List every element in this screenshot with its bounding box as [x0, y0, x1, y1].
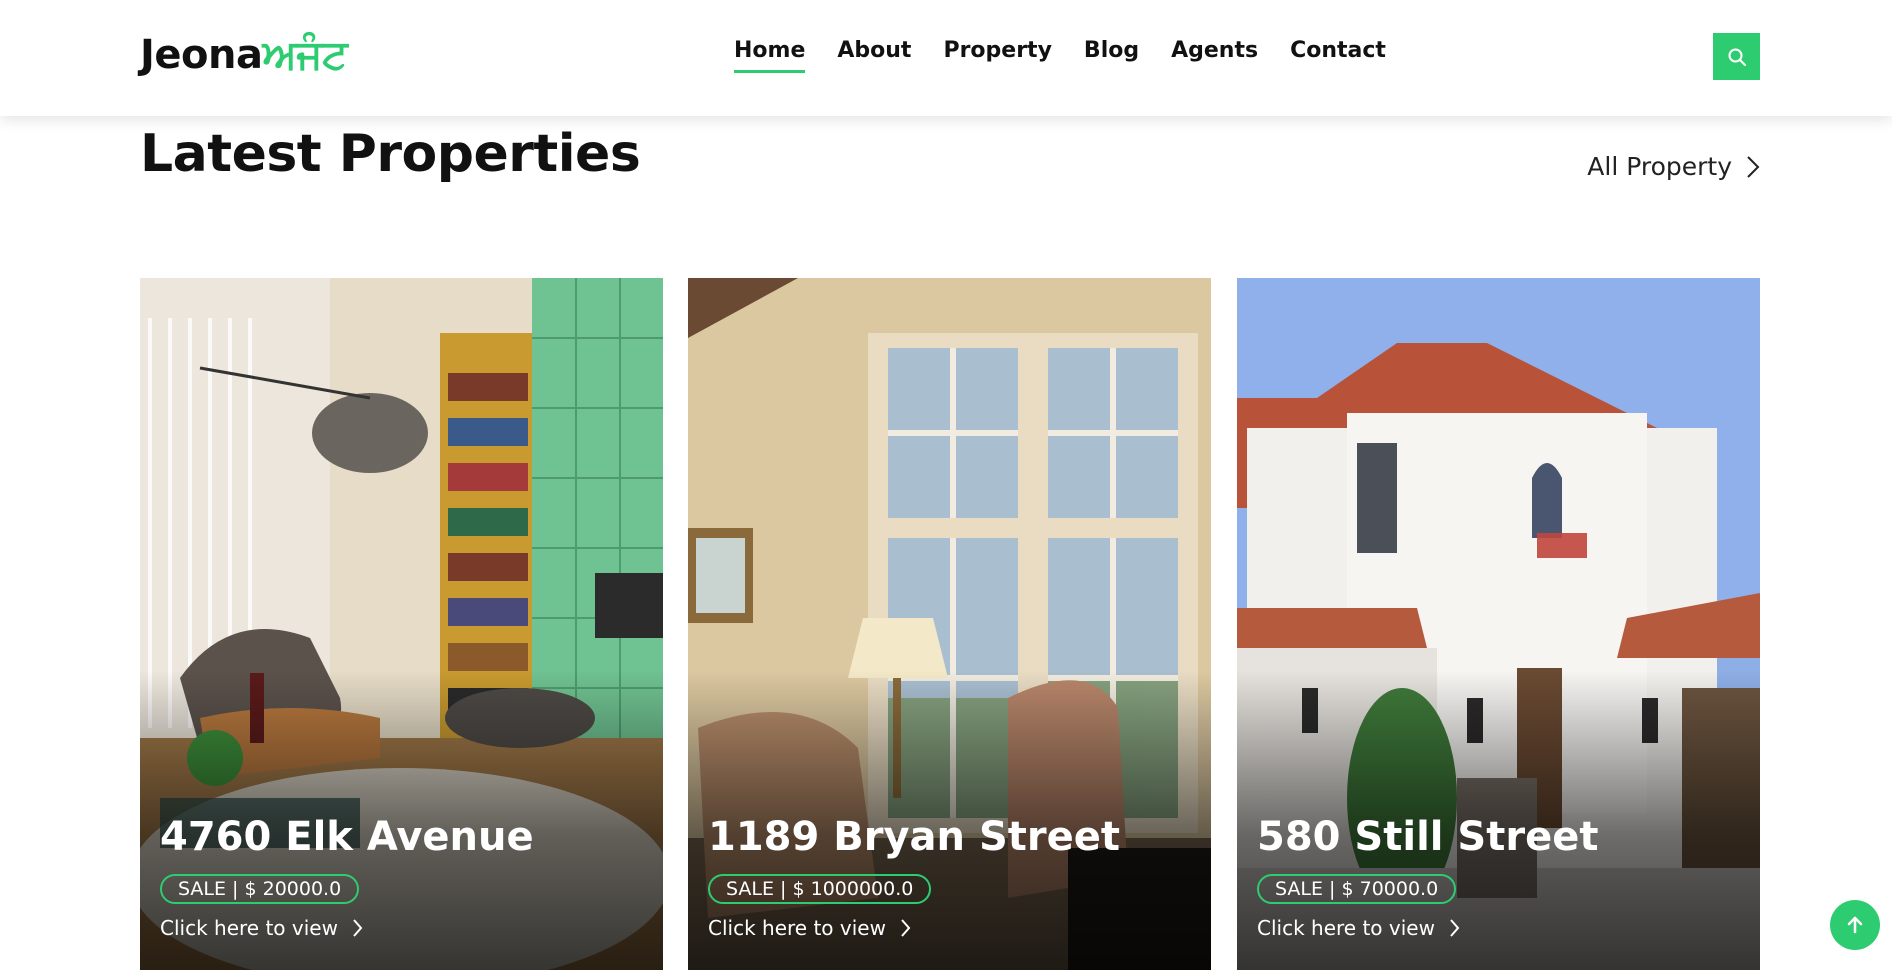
chevron-right-icon — [353, 919, 363, 937]
nav-contact[interactable]: Contact — [1290, 38, 1386, 63]
price-badge: SALE | $ 70000.0 — [1257, 874, 1457, 904]
site-header: Jeonaਅਜੰਟ Home About Property Blog Agent… — [0, 0, 1892, 116]
price-badge: SALE | $ 1000000.0 — [708, 874, 932, 904]
view-link-label: Click here to view — [708, 916, 886, 940]
price-badge: SALE | $ 20000.0 — [160, 874, 360, 904]
all-property-link[interactable]: All Property — [1587, 152, 1760, 181]
nav-blog[interactable]: Blog — [1084, 38, 1139, 63]
logo-text: Jeona — [140, 32, 263, 78]
card-info: 580 Still Street SALE | $ 70000.0 Click … — [1257, 814, 1598, 940]
property-name: 580 Still Street — [1257, 814, 1599, 860]
all-property-label: All Property — [1587, 152, 1732, 181]
property-card[interactable]: 4760 Elk Avenue SALE | $ 20000.0 Click h… — [140, 278, 663, 970]
main-nav: Home About Property Blog Agents Contact — [734, 38, 1386, 73]
property-name: 4760 Elk Avenue — [160, 814, 534, 860]
view-link-label: Click here to view — [1257, 916, 1435, 940]
chevron-right-icon — [901, 919, 911, 937]
view-link-label: Click here to view — [160, 916, 338, 940]
chevron-right-icon — [1450, 919, 1460, 937]
view-property-link[interactable]: Click here to view — [708, 916, 1120, 940]
arrow-up-icon — [1847, 916, 1863, 934]
search-button[interactable] — [1713, 33, 1760, 80]
card-info: 4760 Elk Avenue SALE | $ 20000.0 Click h… — [160, 814, 534, 940]
view-property-link[interactable]: Click here to view — [1257, 916, 1598, 940]
nav-about[interactable]: About — [837, 38, 911, 63]
property-name: 1189 Bryan Street — [708, 814, 1120, 860]
property-card[interactable]: 1189 Bryan Street SALE | $ 1000000.0 Cli… — [688, 278, 1211, 970]
section-title: Latest Properties — [140, 124, 641, 184]
property-card[interactable]: 580 Still Street SALE | $ 70000.0 Click … — [1237, 278, 1760, 970]
chevron-right-icon — [1747, 155, 1760, 178]
nav-home[interactable]: Home — [734, 38, 806, 73]
view-property-link[interactable]: Click here to view — [160, 916, 534, 940]
card-info: 1189 Bryan Street SALE | $ 1000000.0 Cli… — [708, 814, 1120, 940]
logo[interactable]: Jeonaਅਜੰਟ — [140, 32, 348, 78]
nav-agents[interactable]: Agents — [1171, 38, 1258, 63]
logo-accent-text: ਅਜੰਟ — [262, 32, 348, 78]
back-to-top-button[interactable] — [1830, 900, 1880, 950]
search-icon — [1728, 48, 1746, 66]
nav-property[interactable]: Property — [943, 38, 1051, 63]
